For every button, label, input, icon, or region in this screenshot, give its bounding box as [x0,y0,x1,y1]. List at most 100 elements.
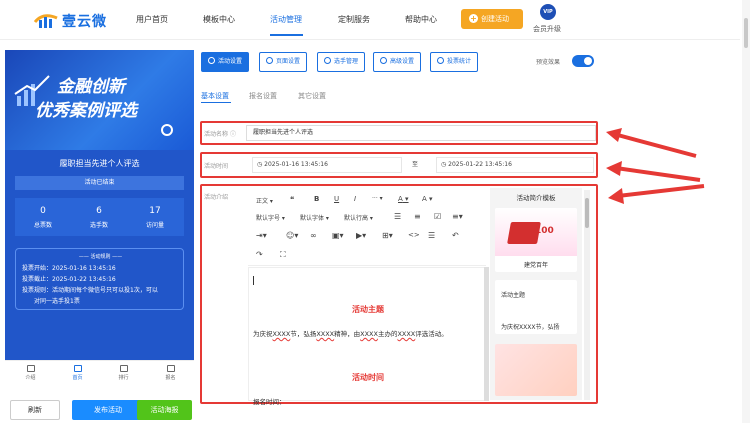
video-icon[interactable]: ▶▾ [356,231,366,240]
date-range-separator: 至 [412,161,419,168]
code-icon[interactable]: <> [408,231,420,239]
bold-icon[interactable]: B [314,195,319,203]
intro-icon [26,365,35,372]
brand-name[interactable]: 壹云微 [62,11,107,31]
gear-icon [161,124,173,136]
nav-custom-service[interactable]: 定制服务 [338,14,370,25]
preview-effect-toggle[interactable] [572,55,594,67]
editor-paragraph-time: 报名时间： [253,398,286,406]
divider-icon[interactable]: ☰ [428,231,435,240]
redo-icon[interactable]: ↷ [256,250,263,259]
indent-icon[interactable]: ⇥▾ [256,231,267,240]
preview-effect-label: 预览效果 [536,59,561,66]
fullscreen-icon[interactable]: ⛶ [280,250,286,260]
home-icon [73,365,82,372]
crown-icon [119,365,128,372]
preview-tab-intro[interactable]: 介绍 [13,365,48,381]
tab-activity-settings[interactable]: 活动设置 [201,52,250,72]
stat-label: 总票数 [33,222,52,229]
tab-page-settings[interactable]: 页面设置 [259,52,308,72]
stat-value: 0 [40,206,46,216]
template-card-text: 为庆祝XXXX节，弘扬 [501,324,560,331]
template-card[interactable]: 100 建党百年 [495,208,577,272]
stat-label: 选手数 [89,222,108,229]
tab-label: 投票统计 [447,58,472,65]
start-time-input[interactable]: ◷ 2025-01-16 13:45:16 [252,157,402,173]
todo-icon[interactable]: ☑ [434,212,441,221]
vip-crown-icon[interactable]: VIP [540,4,556,20]
numbered-list-icon[interactable]: ≡ [414,212,421,221]
page-scrollbar[interactable] [742,0,750,423]
tab-label: 首页 [72,375,83,381]
more-icon[interactable]: ··· ▾ [372,195,383,202]
nav-help-center[interactable]: 帮助中心 [405,14,437,25]
create-activity-button[interactable]: + 创建活动 [461,9,523,29]
scrollbar-thumb[interactable] [585,198,589,228]
preview-stats: 0 总票数 6 选手数 17 访问量 [15,198,184,236]
editor-scrollbar[interactable] [484,267,489,401]
template-card[interactable] [495,344,577,396]
text-run: XXXX [397,330,416,338]
editor-heading-time: 活动时间 [352,373,384,382]
flag-icon [166,365,175,372]
activity-name-label: 活动名称 ⓘ [204,129,236,138]
subtab-other[interactable]: 其它设置 [298,91,326,101]
text-cursor [253,276,254,285]
preview-tab-rank[interactable]: 排行 [106,365,141,381]
quote-icon[interactable]: ❝ [290,195,294,204]
line-height-dropdown[interactable]: 默认行高 ▾ [344,213,373,222]
rule-start: 投票开始：2025-01-16 13:45:16 [22,265,116,272]
tb-label: 默认行高 [344,215,369,222]
subtab-basic[interactable]: 基本设置 [201,91,229,101]
scrollbar-thumb[interactable] [744,18,748,48]
preview-tab-signup[interactable]: 报名 [153,365,188,381]
paragraph-style-dropdown[interactable]: 正文 ▾ [256,196,273,205]
background-color-icon[interactable]: A ▾ [422,195,433,203]
font-color-icon[interactable]: A ▾ [398,195,409,203]
template-card[interactable]: 活动主题 为庆祝XXXX节，弘扬 [495,280,577,334]
subtab-signup[interactable]: 报名设置 [249,91,277,101]
tab-contestant-management[interactable]: 选手管理 [317,52,366,72]
bullet-list-icon[interactable]: ☰ [394,212,401,221]
top-navigation: 壹云微 用户首页 模板中心 活动管理 定制服务 帮助中心 + 创建活动 VIP 会… [0,0,740,40]
tab-label: 页面设置 [276,58,301,65]
publish-activity-button[interactable]: 发布活动 [72,400,144,420]
underline-icon[interactable]: U [334,195,339,203]
preview-tab-home[interactable]: 首页 [60,365,95,381]
nav-template-center[interactable]: 模板中心 [203,14,235,25]
tab-vote-statistics[interactable]: 投票统计 [430,52,479,72]
text-run: 评选活动。 [415,330,448,338]
link-icon[interactable]: ∞ [310,231,317,240]
activity-poster-button[interactable]: 活动海报 [137,400,192,420]
start-time-value: 2025-01-16 13:45:16 [264,161,328,168]
tab-label: 高级设置 [390,58,415,65]
align-icon[interactable]: ≡▾ [452,212,463,221]
tab-label: 活动设置 [218,58,243,65]
end-time-input[interactable]: ◷ 2025-01-22 13:45:16 [436,157,594,173]
template-panel: 活动简介模板 100 建党百年 活动主题 为庆祝XXXX节，弘扬 [490,188,582,400]
editor-content[interactable]: 活动主题 为庆祝XXXX节，弘扬XXXX精神，由XXXX主办的XXXX评选活动。… [248,267,486,406]
template-panel-title: 活动简介模板 [516,194,556,202]
activity-name-input[interactable]: 履职担当先进个人评选 [246,125,596,141]
font-size-dropdown[interactable]: 默认字号 ▾ [256,213,285,222]
refresh-button[interactable]: 刷新 [10,400,60,420]
image-icon[interactable]: ▣▾ [332,231,344,240]
italic-icon[interactable]: I [354,195,356,203]
subtab-active-indicator [201,102,231,103]
stat-value: 17 [149,206,161,216]
template-panel-scrollbar[interactable] [584,190,590,400]
nav-activity-management[interactable]: 活动管理 [270,14,302,25]
tab-label: 介绍 [25,375,36,381]
users-icon [324,57,331,64]
template-caption: 建党百年 [523,262,548,269]
tab-advanced-settings[interactable]: 高级设置 [373,52,422,72]
nav-user-home[interactable]: 用户首页 [136,14,168,25]
template-card-title: 活动主题 [501,292,526,299]
plus-icon: + [469,14,478,23]
font-family-dropdown[interactable]: 默认字体 ▾ [300,213,329,222]
vip-upgrade-link[interactable]: 会员升级 [533,24,561,34]
undo-icon[interactable]: ↶ [452,231,459,240]
emoji-icon[interactable]: ☺▾ [286,231,298,240]
logo-icon [33,14,58,28]
table-icon[interactable]: ⊞▾ [382,231,393,240]
